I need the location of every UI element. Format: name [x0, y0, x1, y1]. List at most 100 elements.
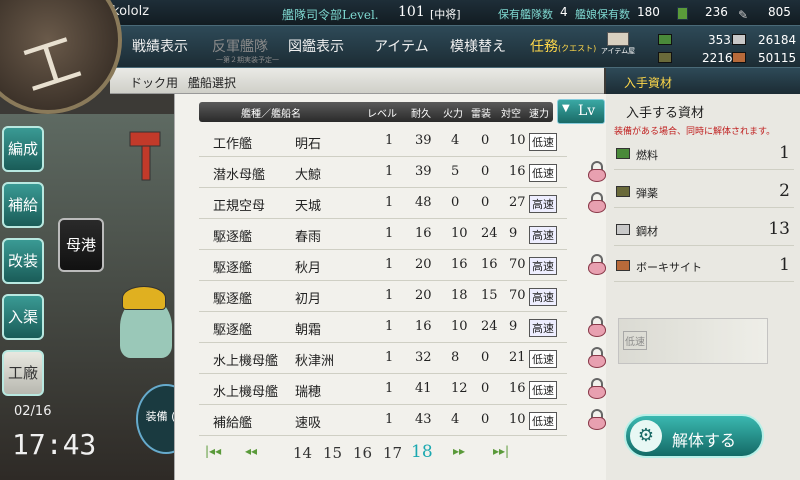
fairy-hat: [122, 286, 166, 310]
ship-hp: 20: [415, 288, 432, 303]
ship-row[interactable]: 潜水母艦 大鯨 1 39 5 0 16 低速: [199, 157, 606, 188]
nav-quests-label: 任務: [530, 39, 558, 55]
steel-icon: [616, 224, 630, 235]
ship-aa: 10: [509, 133, 526, 148]
material-value: 1: [779, 255, 790, 275]
sidebar-remodel[interactable]: 改装: [2, 238, 44, 284]
ship-row[interactable]: 水上機母艦 瑞穂 1 41 12 0 16 低速: [199, 374, 606, 405]
item-shop-button[interactable]: アイテム屋: [598, 32, 638, 62]
header-speed: 速力: [529, 109, 549, 120]
selected-ship-card: 低速: [618, 318, 768, 364]
sidebar-repair[interactable]: 入渠: [2, 294, 44, 340]
steel-icon: [732, 34, 746, 45]
item-shop-label: アイテム屋: [600, 47, 636, 55]
ship-level: 1: [385, 350, 394, 365]
heart-lock-icon[interactable]: [587, 409, 607, 431]
ship-aa: 21: [509, 350, 526, 365]
nav-counter-fleet: 反軍艦隊: [212, 39, 268, 55]
lock-heart: [588, 169, 606, 182]
header-fire: 火力: [443, 109, 463, 120]
ship-card-speed: 低速: [623, 331, 647, 350]
ship-name: 明石: [295, 137, 322, 152]
material-name: 燃料: [636, 149, 658, 162]
sort-level-button[interactable]: ▼ Lv: [557, 99, 605, 124]
ship-count-label: 艦娘保有数: [575, 8, 630, 21]
prev-page-icon[interactable]: ◂◂: [245, 444, 257, 458]
dismantle-button[interactable]: ⚙ 解体する: [624, 414, 764, 458]
ship-row[interactable]: 水上機母艦 秋津洲 1 32 8 0 21 低速: [199, 343, 606, 374]
ship-torpedo: 0: [481, 164, 490, 179]
port-button[interactable]: 母港: [58, 218, 104, 272]
nav-items[interactable]: アイテム: [374, 36, 429, 56]
dev-material-value: 805: [768, 5, 791, 19]
ship-fire: 12: [451, 381, 468, 396]
ship-aa: 70: [509, 288, 526, 303]
ship-torpedo: 15: [481, 288, 498, 303]
page-link[interactable]: 17: [383, 444, 402, 462]
heart-lock-icon[interactable]: [587, 316, 607, 338]
ship-fire: 10: [451, 226, 468, 241]
ship-speed-badge: 低速: [529, 412, 557, 430]
ship-level: 1: [385, 257, 394, 272]
material-fuel: 燃料 1: [614, 138, 794, 170]
fleet-count-value: 4: [560, 5, 568, 19]
ship-row[interactable]: 駆逐艦 秋月 1 20 16 16 70 高速: [199, 250, 606, 281]
sidebar-organize[interactable]: 編成: [2, 126, 44, 172]
ship-type: 補給艦: [213, 416, 253, 431]
ship-row[interactable]: 駆逐艦 初月 1 20 18 15 70 高速: [199, 281, 567, 312]
ammo-icon: [658, 52, 672, 63]
header-level: レベル: [367, 109, 397, 120]
nav-record[interactable]: 戦績表示: [132, 36, 188, 56]
bauxite-value: 50115: [758, 51, 797, 65]
ship-name: 速吸: [295, 416, 322, 431]
ship-speed-badge: 高速: [529, 288, 557, 306]
material-steel: 鋼材 13: [614, 214, 794, 246]
material-bauxite: ボーキサイト 1: [614, 250, 794, 282]
ship-aa: 16: [509, 164, 526, 179]
rank-label: [中将]: [430, 8, 461, 21]
lock-heart: [588, 200, 606, 213]
page-link[interactable]: 16: [353, 444, 372, 462]
ship-speed-badge: 低速: [529, 164, 557, 182]
sidebar-resupply[interactable]: 補給: [2, 182, 44, 228]
header-type-name: 艦種／艦船名: [241, 109, 301, 120]
heart-lock-icon[interactable]: [587, 347, 607, 369]
materials-header: 入手資材: [606, 68, 800, 94]
heart-lock-icon[interactable]: [587, 161, 607, 183]
ship-row[interactable]: 駆逐艦 春雨 1 16 10 24 9 高速: [199, 219, 567, 250]
gear-icon: ⚙: [630, 420, 662, 452]
nav-decorate[interactable]: 模様替え: [450, 36, 506, 56]
nav-encyclopedia[interactable]: 図鑑表示: [288, 36, 344, 56]
heart-lock-icon[interactable]: [587, 192, 607, 214]
repair-bucket-icon: [677, 7, 688, 20]
fuel-icon: [616, 148, 630, 159]
ship-row[interactable]: 補給艦 速吸 1 43 4 0 10 低速: [199, 405, 606, 436]
pagination: |◂◂ ◂◂ 14 15 16 17 18 ▸▸ ▸▸|: [205, 440, 565, 466]
nav-quests[interactable]: 任務(クエスト): [530, 36, 596, 56]
ship-name: 秋津洲: [295, 354, 335, 369]
ship-aa: 70: [509, 257, 526, 272]
last-page-icon[interactable]: ▸▸|: [493, 444, 509, 458]
heart-lock-icon[interactable]: [587, 254, 607, 276]
ship-type: 駆逐艦: [213, 261, 253, 276]
next-page-icon[interactable]: ▸▸: [453, 444, 465, 458]
page-link[interactable]: 14: [293, 444, 312, 462]
ship-name: 秋月: [295, 261, 322, 276]
page-link[interactable]: 15: [323, 444, 342, 462]
ship-row[interactable]: 駆逐艦 朝霜 1 16 10 24 9 高速: [199, 312, 606, 343]
first-page-icon[interactable]: |◂◂: [205, 444, 221, 458]
material-value: 13: [768, 219, 790, 239]
ship-aa: 16: [509, 381, 526, 396]
arsenal-emblem-glyph: 工: [14, 25, 89, 105]
current-page[interactable]: 18: [411, 442, 433, 462]
ship-torpedo: 0: [481, 412, 490, 427]
fuel-icon: [658, 34, 672, 45]
material-name: ボーキサイト: [636, 261, 702, 274]
ship-row[interactable]: 正規空母 天城 1 48 0 0 27 高速: [199, 188, 606, 219]
sidebar-arsenal[interactable]: 工廠: [2, 350, 44, 396]
hq-level-label: 艦隊司令部Level.: [282, 8, 379, 22]
ship-row[interactable]: 工作艦 明石 1 39 4 0 10 低速: [199, 126, 567, 157]
material-name: 鋼材: [636, 225, 658, 238]
ship-torpedo: 0: [481, 381, 490, 396]
heart-lock-icon[interactable]: [587, 378, 607, 400]
